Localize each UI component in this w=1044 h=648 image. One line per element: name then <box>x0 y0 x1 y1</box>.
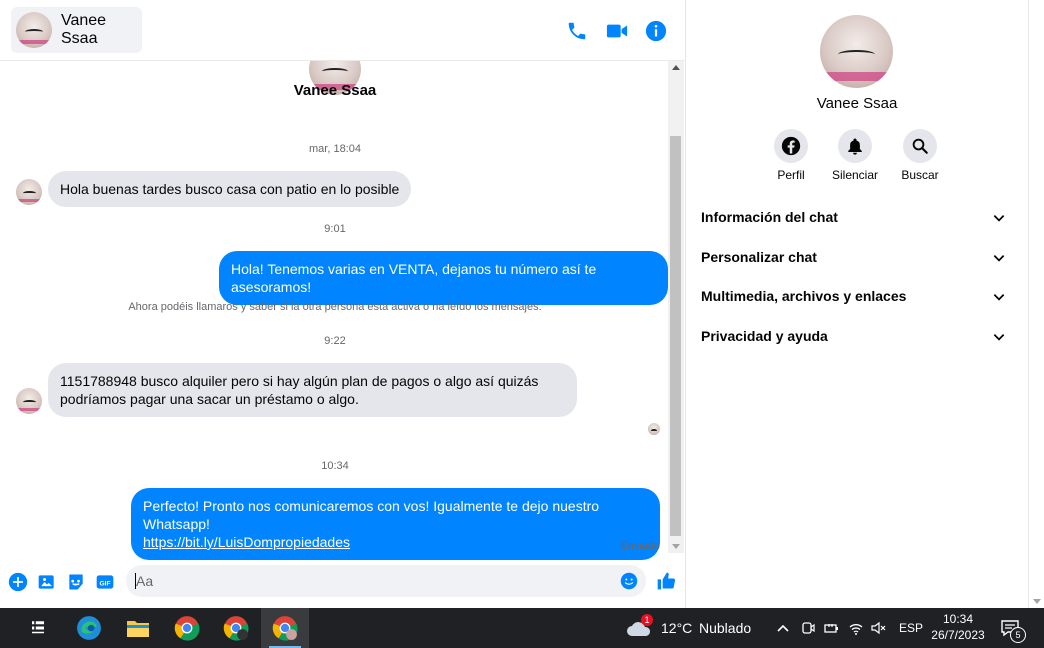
chrome-taskbar-button[interactable] <box>163 608 211 648</box>
plus-circle-icon[interactable] <box>8 572 28 592</box>
section-privacy-help[interactable]: Privacidad y ayuda <box>701 328 1006 348</box>
timestamp: 9:01 <box>324 223 346 235</box>
avatar <box>16 179 42 205</box>
system-notice: Ahora podéis llamaros y saber si la otra… <box>128 301 542 313</box>
chat-info-pane: Vanee Ssaa Perfil Silenciar Buscar Infor… <box>686 0 1028 608</box>
section-chat-info[interactable]: Información del chat <box>701 209 1006 229</box>
battery-plug-icon[interactable] <box>823 620 839 636</box>
chat-header: Vanee Ssaa <box>0 0 685 61</box>
meet-now-icon[interactable] <box>800 620 816 636</box>
chevron-down-icon <box>993 215 1005 222</box>
search-action[interactable]: Buscar <box>887 129 953 182</box>
message-input[interactable]: Aa <box>126 565 646 597</box>
composer: GIF Aa <box>0 562 685 608</box>
section-label: Multimedia, archivos y enlaces <box>701 288 907 304</box>
message-text-line: podríamos pagar una sacar un préstamo o … <box>60 391 359 407</box>
header-contact-name: Vanee Ssaa <box>61 12 107 47</box>
read-receipt-avatar <box>648 423 660 435</box>
notification-center-button[interactable]: 5 <box>1000 618 1026 643</box>
info-contact-name: Vanee Ssaa <box>816 95 898 112</box>
taskbar: 1 12°C Nublado ESP 10:34 26/7/2023 5 <box>0 608 1044 648</box>
weather-temperature: 12°C <box>661 620 693 636</box>
emoji-icon[interactable] <box>620 572 638 590</box>
message-link[interactable]: https://bit.ly/LuisDompropiedades <box>143 534 350 550</box>
chevron-down-icon <box>993 255 1005 262</box>
scroll-thumb[interactable] <box>670 136 681 536</box>
timestamp: 10:34 <box>321 460 349 472</box>
message-text-line: Perfecto! Pronto nos comunicaremos con v… <box>143 498 600 532</box>
chrome-icon <box>174 616 200 641</box>
mute-action[interactable]: Silenciar <box>822 129 888 182</box>
gif-icon[interactable]: GIF <box>95 572 115 592</box>
message-bubble-outgoing[interactable]: Hola! Tenemos varias en VENTA, dejanos t… <box>219 251 668 305</box>
language-indicator[interactable]: ESP <box>899 621 923 635</box>
notification-count-badge: 5 <box>1010 627 1026 643</box>
file-explorer-taskbar-button[interactable] <box>114 608 162 648</box>
chevron-down-icon <box>993 334 1005 341</box>
scroll-down-arrow[interactable] <box>672 544 680 549</box>
task-view-icon <box>32 621 44 634</box>
info-icon[interactable] <box>645 20 667 42</box>
photo-icon[interactable] <box>37 572 57 592</box>
task-view-button[interactable] <box>14 608 62 648</box>
message-list: Vanee Ssaa mar, 18:04 Hola buenas tardes… <box>0 61 668 561</box>
message-bubble-outgoing[interactable]: Perfecto! Pronto nos comunicaremos con v… <box>131 488 660 560</box>
section-media-files-links[interactable]: Multimedia, archivos y enlaces <box>701 288 1006 308</box>
chrome-icon <box>223 616 249 641</box>
volume-muted-icon[interactable] <box>870 620 886 636</box>
message-input-placeholder: Aa <box>136 573 154 589</box>
profile-action[interactable]: Perfil <box>758 129 824 182</box>
phone-icon[interactable] <box>566 20 588 42</box>
action-label: Perfil <box>777 168 805 182</box>
thread-contact-name: Vanee Ssaa <box>293 82 377 99</box>
avatar <box>16 12 52 48</box>
facebook-icon <box>774 129 808 163</box>
clock[interactable]: 10:34 26/7/2023 <box>924 611 992 643</box>
scroll-up-arrow[interactable] <box>672 65 680 70</box>
edge-taskbar-button[interactable] <box>65 608 113 648</box>
clock-time: 10:34 <box>942 612 974 626</box>
chevron-up-icon[interactable] <box>775 620 791 636</box>
timestamp: mar, 18:04 <box>309 143 361 155</box>
scroll-down-arrow[interactable] <box>1033 599 1041 604</box>
section-customize-chat[interactable]: Personalizar chat <box>701 249 1006 269</box>
delivery-status: Enviado <box>620 540 660 552</box>
avatar <box>16 388 42 414</box>
chrome-active-taskbar-button[interactable] <box>261 608 309 648</box>
edge-icon <box>77 616 101 640</box>
weather-description: Nublado <box>699 620 752 636</box>
message-bubble-incoming[interactable]: Hola buenas tardes busco casa con patio … <box>48 171 412 207</box>
weather-widget[interactable]: 1 12°C Nublado <box>626 614 776 640</box>
timestamp: 9:22 <box>324 335 346 347</box>
sticker-icon[interactable] <box>66 572 86 592</box>
svg-text:GIF: GIF <box>99 580 110 587</box>
action-label: Silenciar <box>831 168 879 182</box>
section-label: Personalizar chat <box>701 249 817 265</box>
weather-badge: 1 <box>641 614 653 626</box>
search-icon <box>903 129 937 163</box>
header-contact-button[interactable]: Vanee Ssaa <box>11 7 142 53</box>
chrome-icon <box>272 616 298 641</box>
clock-date: 26/7/2023 <box>931 628 985 642</box>
like-icon[interactable] <box>656 571 676 591</box>
chat-scrollbar[interactable] <box>668 61 684 553</box>
message-text-line: 1151788948 busco alquiler pero si hay al… <box>60 373 539 389</box>
bell-icon <box>838 129 872 163</box>
section-label: Privacidad y ayuda <box>701 328 828 344</box>
page-scrollbar[interactable] <box>1028 0 1044 608</box>
chrome-profile-taskbar-button[interactable] <box>212 608 260 648</box>
wifi-icon[interactable] <box>848 620 864 636</box>
folder-icon <box>127 621 149 637</box>
avatar[interactable] <box>820 15 893 88</box>
action-label: Buscar <box>901 168 939 182</box>
section-label: Información del chat <box>701 209 838 225</box>
message-bubble-incoming[interactable]: 1151788948 busco alquiler pero si hay al… <box>48 363 577 417</box>
chat-pane: Vanee Ssaa Vanee Ssaa mar, 18:04 Hola bu… <box>0 0 686 608</box>
video-call-icon[interactable] <box>606 20 628 42</box>
chevron-down-icon <box>993 294 1005 301</box>
